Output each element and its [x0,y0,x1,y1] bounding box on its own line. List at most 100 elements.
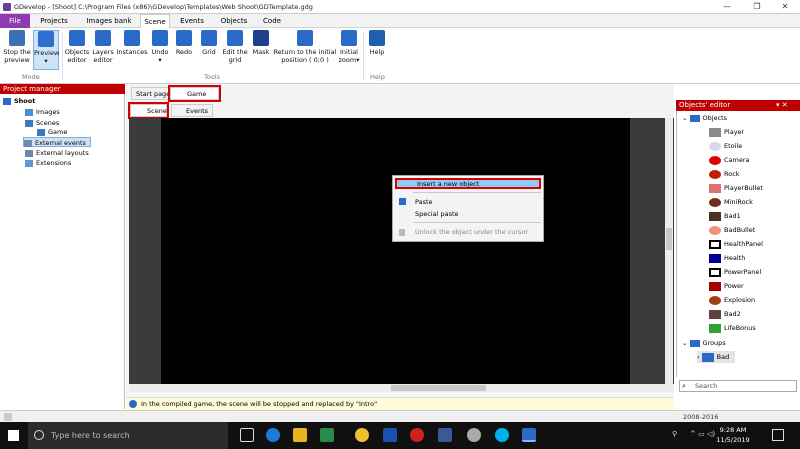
tab-images-bank[interactable]: Images bank [80,14,138,28]
tab-code[interactable]: Code [256,14,288,28]
edge-icon[interactable] [266,428,280,442]
object-playerbullet[interactable]: PlayerBullet [709,182,763,194]
chrome-icon[interactable] [355,428,369,442]
scene-icon [37,128,45,136]
clock-date: 11/5/2019 [716,436,750,444]
tree-item-extensions[interactable]: Extensions [25,158,71,168]
external-layouts-icon [25,149,33,157]
tab-game[interactable]: Game ✕ [168,85,221,111]
tree-item-images[interactable]: Images [25,107,60,117]
minimize-button[interactable]: — [712,1,742,13]
scroll-thumb[interactable] [391,385,486,391]
object-powerpanel[interactable]: PowerPanel [709,266,761,278]
cortana-icon [34,430,44,440]
windows-start-icon[interactable] [8,430,19,441]
help-button[interactable]: Help [366,30,388,56]
object-badbullet[interactable]: BadBullet [709,224,755,236]
tree-item-shoot[interactable]: Shoot [3,96,35,106]
object-etoile[interactable]: Etoile [709,140,742,152]
initial-zoom-button[interactable]: Initial zoom▾ [338,30,360,64]
groups-label: Groups [702,339,726,347]
redo-button[interactable]: Redo [173,30,195,56]
instances-button[interactable]: Instances [116,30,148,56]
tree-label: Scenes [36,119,60,127]
close-button[interactable]: ✕ [770,1,800,13]
unlock-object-menu-item[interactable]: Unlock the object under the cursor [395,227,541,238]
object-name: Rock [724,170,740,178]
scroll-thumb[interactable] [666,228,672,250]
tab-events[interactable]: Events [172,14,212,28]
vertical-scrollbar[interactable] [665,118,673,384]
clock-time: 9:28 AM [719,426,747,434]
people-icon[interactable]: ⚲ [672,430,680,440]
gdevelop-taskbar-icon[interactable] [522,428,536,442]
mask-button[interactable]: Mask [250,30,272,56]
scene-viewport[interactable] [161,118,630,384]
scene-canvas[interactable] [129,118,674,384]
subtab-scene[interactable]: Scene [128,102,169,119]
tree-item-game[interactable]: Game [37,127,67,137]
tree-item-external-layouts[interactable]: External layouts [25,148,89,158]
maximize-button[interactable]: ❐ [742,1,772,13]
grid-button[interactable]: Grid [198,30,220,56]
object-power[interactable]: Power [709,280,744,292]
status-text: In the compiled game, the scene will be … [141,400,378,408]
tab-projects[interactable]: Projects [32,14,76,28]
undo-button[interactable]: Undo ▾ [149,30,171,64]
tab-file[interactable]: File [0,14,30,28]
object-health[interactable]: Health [709,252,745,264]
object-healthpanel[interactable]: HealthPanel [709,238,763,250]
special-paste-menu-item[interactable]: Special paste [395,209,541,220]
group-label-tools: Tools [204,73,221,81]
tab-start-page[interactable]: Start page [131,87,176,100]
object-bad2[interactable]: Bad2 [709,308,741,320]
object-player[interactable]: Player [709,126,744,138]
notifications-icon[interactable] [772,429,784,441]
subtab-events[interactable]: Events [171,104,214,117]
group-name: Bad [716,353,730,361]
tab-scene[interactable]: Scene [140,14,170,28]
copyright-years: 2008-2016 [683,413,719,421]
paste-icon [399,198,406,205]
insert-object-menu-item[interactable]: Insert a new object [395,178,541,189]
minirock-icon [709,197,721,207]
opera-icon[interactable] [410,428,424,442]
tree-item-external-events[interactable]: External events [23,137,91,147]
facebook-icon[interactable] [438,428,452,442]
object-explosion[interactable]: Explosion [709,294,755,306]
objects-editor-button[interactable]: Objects editor [64,30,90,64]
store-icon[interactable] [320,428,334,442]
return-origin-button[interactable]: Return to the initial position ( 0;0 ) [272,30,338,64]
group-bad[interactable]: › Bad [697,351,736,363]
taskbar-search-input[interactable]: Type here to search [28,422,228,449]
preview-button[interactable]: Preview ▾ [33,30,59,70]
object-camera[interactable]: Camera [709,154,750,166]
title-bar: GDevelop - [Shoot] C:\Program Files (x86… [0,0,800,14]
skype-icon[interactable] [495,428,509,442]
object-rock[interactable]: Rock [709,168,740,180]
edit-grid-button[interactable]: Edit the grid [222,30,248,64]
tree-item-objects-root[interactable]: ⌄ Objects [682,113,727,123]
object-lifebonus[interactable]: LifeBonus [709,322,756,334]
settings-icon[interactable] [467,428,481,442]
star-icon [709,141,721,151]
return-origin-label: Return to the initial position ( 0;0 ) [273,48,337,64]
file-explorer-icon[interactable] [293,428,307,442]
layers-editor-button[interactable]: Layers editor [91,30,115,64]
objects-search-input[interactable]: Search [679,380,797,392]
word-icon[interactable] [383,428,397,442]
panel-icon [709,239,721,249]
stop-preview-button[interactable]: Stop the preview [3,30,31,64]
footer-icon [4,413,12,421]
objects-icon [69,30,85,46]
paste-menu-item[interactable]: Paste [395,197,541,208]
object-name: Camera [724,156,750,164]
task-view-icon[interactable] [240,428,254,442]
taskbar-clock[interactable]: 9:28 AM 11/5/2019 [706,425,760,445]
object-minirock[interactable]: MiniRock [709,196,753,208]
tab-objects[interactable]: Objects [214,14,254,28]
horizontal-scrollbar[interactable] [129,384,674,392]
object-bad1[interactable]: Bad1 [709,210,741,222]
tree-item-groups[interactable]: ⌄ Groups [682,338,726,348]
panel-controls[interactable]: ▾ ✕ [776,100,800,111]
